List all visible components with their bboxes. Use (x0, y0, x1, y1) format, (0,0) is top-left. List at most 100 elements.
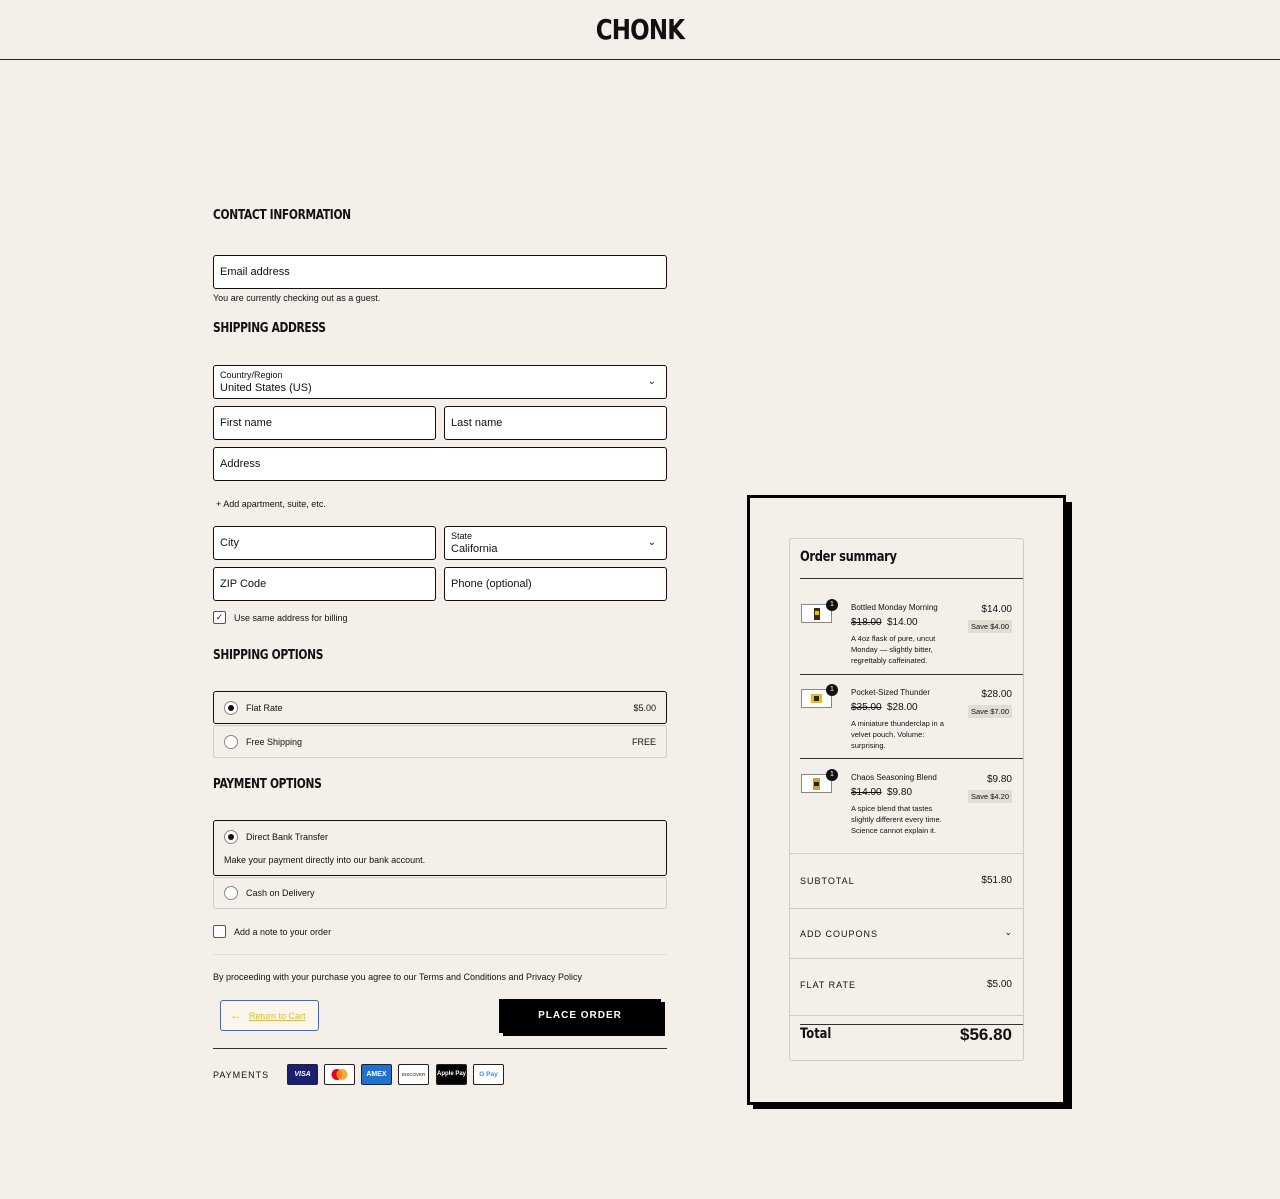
quantity-badge: 1 (826, 599, 838, 611)
divider (790, 1015, 1023, 1016)
item-old-price: $18.00 (851, 617, 882, 628)
add-apartment-link[interactable]: + Add apartment, suite, etc. (216, 499, 326, 509)
payments-label: PAYMENTS (213, 1070, 270, 1080)
payment-option-label: Direct Bank Transfer (246, 832, 329, 842)
item-save-badge: Save $7.00 (968, 705, 1012, 718)
same-billing-checkbox[interactable]: ✓ (213, 611, 226, 624)
divider (800, 758, 1023, 759)
last-name-field[interactable]: Last name (444, 406, 667, 440)
shipping-options-heading: SHIPPING OPTIONS (213, 648, 324, 663)
item-description: A spice blend that tastes slightly diffe… (851, 804, 942, 835)
add-coupons-toggle[interactable]: ADD COUPONS (800, 929, 878, 939)
same-billing-label: Use same address for billing (234, 613, 348, 623)
payment-option-label: Cash on Delivery (246, 888, 315, 898)
email-placeholder: Email address (220, 266, 290, 278)
shipping-method-value: $5.00 (986, 979, 1012, 990)
email-field[interactable]: Email address (213, 255, 667, 289)
order-note-label: Add a note to your order (234, 927, 332, 937)
shipping-option-price: FREE (631, 737, 656, 747)
shipping-option-label: Flat Rate (246, 703, 283, 713)
item-name: Pocket-Sized Thunder (851, 688, 931, 697)
arrow-left-icon: ← (230, 1008, 242, 1022)
item-save-badge: Save $4.00 (968, 620, 1012, 633)
state-label: State (451, 531, 473, 541)
radio-button[interactable] (224, 701, 238, 715)
state-value: California (451, 543, 498, 555)
apple-pay-card-icon: Apple Pay (436, 1064, 467, 1085)
address-placeholder: Address (220, 458, 261, 470)
quantity-badge: 1 (826, 769, 838, 781)
divider (790, 908, 1023, 909)
google-pay-card-icon: G Pay (473, 1064, 504, 1085)
item-new-price: $9.80 (887, 787, 913, 798)
divider (213, 954, 667, 955)
payment-option-cod[interactable]: Cash on Delivery (213, 877, 667, 909)
item-new-price: $28.00 (887, 702, 918, 713)
item-old-price: $14.00 (851, 787, 882, 798)
total-value: $56.80 (960, 1025, 1012, 1044)
chevron-down-icon: ⌄ (647, 537, 656, 548)
brand-logo[interactable]: CHONK (115, 13, 1165, 46)
item-description: A 4oz flask of pure, uncut Monday — slig… (851, 634, 936, 665)
shipping-method-label: FLAT RATE (800, 980, 857, 990)
divider (800, 578, 1023, 579)
divider (790, 853, 1023, 854)
radio-button[interactable] (224, 830, 238, 844)
item-new-price: $14.00 (887, 617, 918, 628)
last-name-placeholder: Last name (451, 417, 503, 429)
mastercard-card-icon (324, 1064, 355, 1085)
divider (800, 674, 1023, 675)
place-order-button[interactable]: PLACE ORDER (499, 999, 661, 1033)
check-icon: ✓ (215, 612, 224, 622)
quantity-badge: 1 (826, 684, 838, 696)
radio-button[interactable] (224, 886, 238, 900)
phone-placeholder: Phone (optional) (451, 578, 532, 590)
item-save-badge: Save $4.20 (968, 790, 1012, 803)
order-summary-title: Order summary (800, 549, 897, 565)
item-old-price: $35.00 (851, 702, 882, 713)
item-line-price: $9.80 (986, 774, 1012, 785)
country-select[interactable]: Country/Region United States (US) ⌄ (213, 365, 667, 399)
country-label: Country/Region (220, 370, 283, 380)
address-field[interactable]: Address (213, 447, 667, 481)
divider (213, 1048, 667, 1049)
first-name-placeholder: First name (220, 417, 272, 429)
item-description: A miniature thunderclap in a velvet pouc… (851, 719, 944, 750)
item-name: Chaos Seasoning Blend (851, 773, 937, 782)
contact-heading: CONTACT INFORMATION (213, 208, 351, 223)
payment-option-description: Make your payment directly into our bank… (224, 855, 426, 865)
chevron-down-icon: ⌄ (647, 376, 656, 387)
subtotal-label: SUBTOTAL (800, 876, 855, 886)
shipping-option-label: Free Shipping (246, 737, 303, 747)
city-placeholder: City (220, 537, 239, 549)
divider (790, 958, 1023, 959)
subtotal-value: $51.80 (981, 875, 1012, 886)
site-header: CHONK (0, 0, 1280, 60)
payment-options-heading: PAYMENT OPTIONS (213, 777, 322, 792)
phone-field[interactable]: Phone (optional) (444, 567, 667, 601)
return-to-cart-label: Return to Cart (249, 1011, 306, 1021)
shipping-option-price: $5.00 (633, 703, 656, 713)
shipping-heading: SHIPPING ADDRESS (213, 321, 326, 336)
radio-button[interactable] (224, 735, 238, 749)
zip-placeholder: ZIP Code (220, 578, 267, 590)
return-to-cart-button[interactable]: ← Return to Cart (220, 1000, 319, 1031)
order-note-checkbox[interactable] (213, 925, 226, 938)
item-name: Bottled Monday Morning (851, 603, 938, 612)
total-label: Total (800, 1026, 832, 1042)
zip-field[interactable]: ZIP Code (213, 567, 436, 601)
city-field[interactable]: City (213, 526, 436, 560)
item-line-price: $14.00 (981, 604, 1012, 615)
discover-card-icon: DISCOVER (398, 1064, 429, 1085)
guest-note: You are currently checking out as a gues… (213, 293, 381, 303)
amex-card-icon: AMEX (361, 1064, 392, 1085)
terms-text: By proceeding with your purchase you agr… (213, 972, 583, 982)
payment-option-bank-transfer[interactable]: Direct Bank Transfer Make your payment d… (213, 820, 667, 876)
shipping-option-flat-rate[interactable]: Flat Rate $5.00 (213, 691, 667, 724)
state-select[interactable]: State California ⌄ (444, 526, 667, 560)
chevron-down-icon[interactable]: ⌄ (1004, 927, 1012, 938)
first-name-field[interactable]: First name (213, 406, 436, 440)
shipping-option-free[interactable]: Free Shipping FREE (213, 725, 667, 758)
item-line-price: $28.00 (981, 689, 1012, 700)
country-value: United States (US) (220, 382, 312, 394)
